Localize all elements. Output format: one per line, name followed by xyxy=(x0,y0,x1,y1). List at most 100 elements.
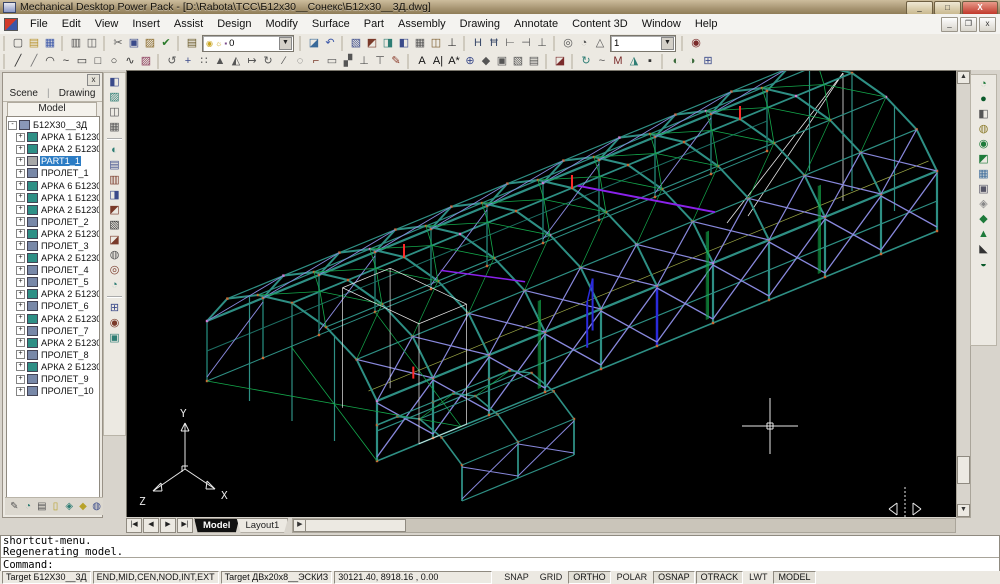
tree-item-арка 2 б1230_3[interactable]: +АРКА 2 Б1230_3 xyxy=(16,228,99,240)
light-icon[interactable]: ◍ xyxy=(975,122,992,137)
edit-polyline-icon[interactable]: ✎ xyxy=(388,54,404,69)
power-edit-icon[interactable]: Ħ xyxy=(486,36,502,51)
toggle-model[interactable]: MODEL xyxy=(773,571,815,584)
expander-icon[interactable]: + xyxy=(16,314,25,323)
menu-annotate[interactable]: Annotate xyxy=(507,16,565,32)
erase-icon[interactable]: ↺ xyxy=(164,54,180,69)
statistics-icon[interactable]: ▲ xyxy=(975,227,992,242)
expander-icon[interactable]: + xyxy=(16,338,25,347)
scroll-up-icon[interactable]: ▲ xyxy=(957,71,970,84)
text-align-icon[interactable]: A| xyxy=(430,54,446,69)
open-file-icon[interactable]: ▤ xyxy=(26,36,42,51)
menu-edit[interactable]: Edit xyxy=(55,16,88,32)
print-preview-icon[interactable]: ◫ xyxy=(84,36,100,51)
sketch-icon[interactable]: ▤ xyxy=(106,158,123,173)
tree-item-пролет_10[interactable]: +ПРОЛЕТ_10 xyxy=(16,385,99,397)
wave-icon[interactable]: ~ xyxy=(594,54,610,69)
scroll-down-icon[interactable]: ▼ xyxy=(957,504,970,517)
circle-icon[interactable]: ○ xyxy=(106,54,122,69)
expander-icon[interactable]: + xyxy=(16,193,25,202)
tree-item-пролет_7[interactable]: +ПРОЛЕТ_7 xyxy=(16,325,99,337)
tree-item-пролет_1[interactable]: +ПРОЛЕТ_1 xyxy=(16,167,99,179)
expander-icon[interactable]: + xyxy=(16,326,25,335)
new-part-icon[interactable]: ◧ xyxy=(396,36,412,51)
chamfer-icon[interactable]: ⊥ xyxy=(356,54,372,69)
tree-item-арка 6 б1230_1[interactable]: +АРКА 6 Б1230_1 xyxy=(16,179,99,191)
chevron-down-icon[interactable]: ▼ xyxy=(661,37,674,50)
zoom-icon[interactable]: ⊕ xyxy=(462,54,478,69)
assist-icon[interactable]: ◆ xyxy=(77,499,90,514)
menu-view[interactable]: View xyxy=(88,16,126,32)
ucs-icon[interactable]: ⊥ xyxy=(444,36,460,51)
torus-icon[interactable]: ◑ xyxy=(684,54,700,69)
catalog-icon[interactable]: ◫ xyxy=(428,36,444,51)
text-style-icon[interactable]: A* xyxy=(446,54,462,69)
tree-item-арка 2 б1230_4[interactable]: +АРКА 2 Б1230_4 xyxy=(16,252,99,264)
hole-icon[interactable]: ▧ xyxy=(106,218,123,233)
cut-icon[interactable]: ✂ xyxy=(110,36,126,51)
materials-icon[interactable]: ◩ xyxy=(975,152,992,167)
tree-item-пролет_8[interactable]: +ПРОЛЕТ_8 xyxy=(16,349,99,361)
preferences-icon[interactable]: ◣ xyxy=(975,242,992,257)
break-icon[interactable]: ▞ xyxy=(340,54,356,69)
menu-design[interactable]: Design xyxy=(210,16,258,32)
work-point-icon[interactable]: ▣ xyxy=(106,331,123,346)
toggle-ortho[interactable]: ORTHO xyxy=(568,571,610,584)
expander-icon[interactable]: + xyxy=(16,290,25,299)
browser-icon[interactable]: ▨ xyxy=(106,90,123,105)
scroll-right-icon[interactable]: ▶ xyxy=(293,519,306,532)
save-icon[interactable]: ▦ xyxy=(42,36,58,51)
rotate-view-icon[interactable]: ↻ xyxy=(578,54,594,69)
menu-help[interactable]: Help xyxy=(688,16,725,32)
fillet3d-icon[interactable]: ◪ xyxy=(106,233,123,248)
shell-icon[interactable]: ◎ xyxy=(106,263,123,278)
trash-icon[interactable]: ▯ xyxy=(49,499,62,514)
expander-icon[interactable]: + xyxy=(16,302,25,311)
grid-icon[interactable]: ⊞ xyxy=(700,54,716,69)
make-layer-icon[interactable]: ◪ xyxy=(306,36,322,51)
spline-icon[interactable]: ∿ xyxy=(122,54,138,69)
tab-model[interactable]: Model xyxy=(194,518,239,533)
snap-from-icon[interactable]: ◎ xyxy=(560,36,576,51)
scene-light-icon[interactable]: ◧ xyxy=(975,107,992,122)
paste-icon[interactable]: ▨ xyxy=(142,36,158,51)
expander-icon[interactable]: + xyxy=(16,278,25,287)
vertical-scrollbar[interactable]: ▲ ▼ xyxy=(956,70,971,518)
extend-icon[interactable]: ▭ xyxy=(324,54,340,69)
snap-mid-icon[interactable]: ◔ xyxy=(576,36,592,51)
tree-item-пролет_6[interactable]: +ПРОЛЕТ_6 xyxy=(16,300,99,312)
tree-item-part1_1[interactable]: +PART1_1 xyxy=(16,155,99,167)
arc-icon[interactable]: ◠ xyxy=(42,54,58,69)
document-icon[interactable] xyxy=(4,18,18,31)
polyline-icon[interactable]: ~ xyxy=(58,54,74,69)
dim-align-icon[interactable]: ⊥ xyxy=(534,36,550,51)
menu-window[interactable]: Window xyxy=(635,16,688,32)
menu-file[interactable]: File xyxy=(23,16,55,32)
rectangle-icon[interactable]: ▭ xyxy=(74,54,90,69)
tree-item-арка 2 б1230_9[interactable]: +АРКА 2 Б1230_9 xyxy=(16,361,99,373)
menu-insert[interactable]: Insert xyxy=(125,16,167,32)
combine-icon[interactable]: ◔ xyxy=(106,278,123,293)
landscape-icon[interactable]: ◆ xyxy=(975,212,992,227)
tab-drawing[interactable]: Drawing xyxy=(55,87,100,100)
copy-icon[interactable]: ▣ xyxy=(126,36,142,51)
move-icon[interactable]: + xyxy=(180,54,196,69)
line-icon[interactable]: ╱ xyxy=(10,54,26,69)
scene-icon[interactable]: ◧ xyxy=(106,75,123,90)
horizontal-scroll-thumb[interactable] xyxy=(294,519,406,532)
menu-surface[interactable]: Surface xyxy=(305,16,357,32)
sphere-icon[interactable]: ◐ xyxy=(668,54,684,69)
mapping-icon[interactable]: ▦ xyxy=(975,167,992,182)
expander-icon[interactable]: + xyxy=(16,375,25,384)
vertical-scroll-thumb[interactable] xyxy=(957,456,970,484)
toggle-snap[interactable]: SNAP xyxy=(499,571,534,584)
mdi-close-button[interactable]: x xyxy=(979,17,996,32)
menu-assembly[interactable]: Assembly xyxy=(391,16,453,32)
array-icon[interactable]: ↦ xyxy=(244,54,260,69)
drawing-viewport[interactable]: YXZ xyxy=(126,70,958,518)
toggle-osnap[interactable]: OSNAP xyxy=(653,571,695,584)
tree-item-арка 1 б1230_2[interactable]: +АРКА 1 Б1230_2 xyxy=(16,192,99,204)
spotlight-icon[interactable]: ◉ xyxy=(975,137,992,152)
prev-tab-icon[interactable]: ◀ xyxy=(143,518,159,533)
stretch-icon[interactable]: ◌ xyxy=(292,54,308,69)
